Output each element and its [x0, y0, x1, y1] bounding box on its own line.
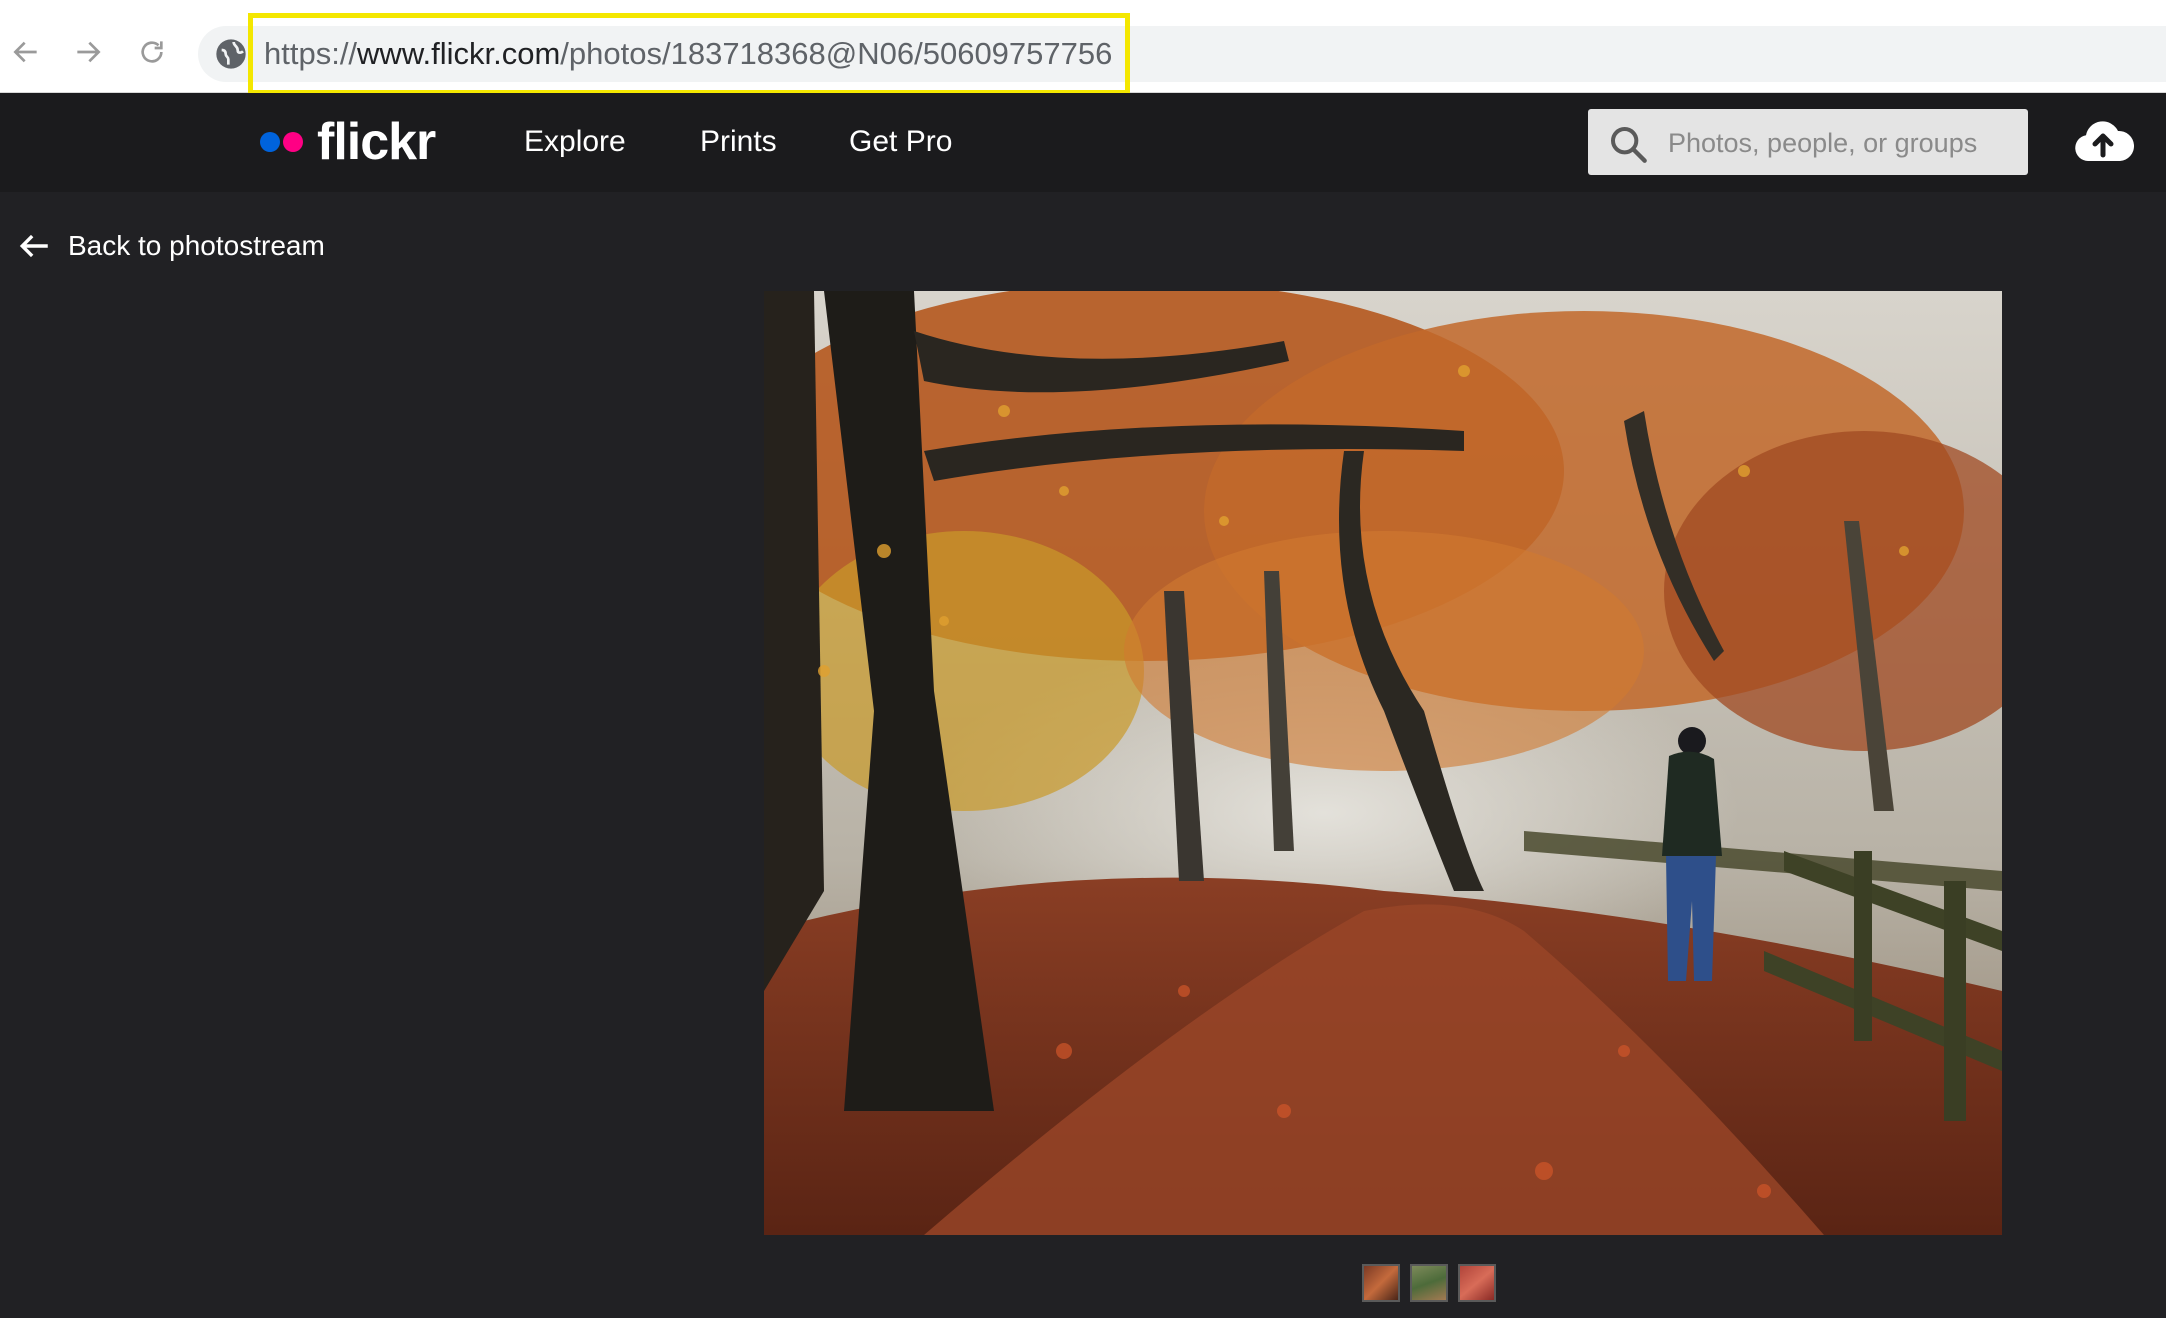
url-highlight-box	[248, 13, 1130, 95]
nav-explore[interactable]: Explore	[524, 122, 626, 162]
flickr-logo[interactable]: flickr	[260, 112, 436, 172]
back-to-photostream-link[interactable]: Back to photostream	[18, 226, 325, 266]
globe-icon	[216, 39, 246, 69]
thumbnail-next[interactable]	[1458, 1264, 1496, 1302]
browser-reload-button[interactable]	[130, 30, 174, 74]
back-arrow-icon	[13, 41, 37, 63]
reload-icon	[141, 41, 163, 63]
logo-wordmark: flickr	[317, 113, 436, 171]
browser-back-button[interactable]	[4, 30, 48, 74]
photo-thumbnails	[1362, 1264, 1496, 1302]
search-icon[interactable]	[1608, 124, 1648, 164]
left-arrow-icon	[19, 234, 48, 258]
logo-pink-dot	[283, 132, 303, 152]
forward-arrow-icon	[77, 41, 101, 63]
main-photo[interactable]	[764, 291, 2002, 1235]
thumbnail-previous[interactable]	[1362, 1264, 1400, 1302]
logo-blue-dot	[260, 132, 280, 152]
nav-prints[interactable]: Prints	[700, 122, 777, 162]
search-input[interactable]	[1666, 112, 2020, 174]
nav-get-pro[interactable]: Get Pro	[849, 122, 952, 162]
back-link-label: Back to photostream	[68, 230, 325, 261]
browser-forward-button[interactable]	[66, 30, 110, 74]
thumbnail-current[interactable]	[1410, 1264, 1448, 1302]
upload-cloud-icon[interactable]	[2072, 113, 2134, 167]
photo-image	[764, 291, 2002, 1235]
